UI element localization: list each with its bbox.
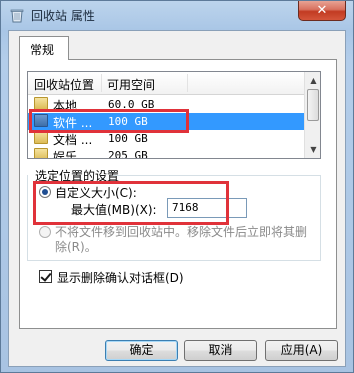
tab-general[interactable]: 常规 <box>19 36 69 60</box>
tab-general-label: 常规 <box>30 43 55 57</box>
recycle-bin-icon <box>10 9 24 23</box>
column-header-space[interactable]: 可用空间 <box>107 76 155 93</box>
drive-icon <box>34 148 48 158</box>
column-separator[interactable] <box>187 74 188 92</box>
free-space: 205 GB <box>108 149 148 159</box>
settings-group-border-top <box>113 175 321 176</box>
confirm-delete-label[interactable]: 显示删除确认对话框(D) <box>57 269 184 286</box>
location-name: 文档 ... <box>53 133 93 147</box>
highlight-box <box>33 181 229 225</box>
window-title: 回收站 属性 <box>31 9 95 23</box>
confirm-delete-checkbox[interactable] <box>39 270 52 283</box>
apply-button[interactable]: 应用(A) <box>265 340 338 361</box>
ok-button[interactable]: 确定 <box>105 340 178 361</box>
list-header: 回收站位置 可用空间 <box>28 72 304 95</box>
close-icon: ✕ <box>316 3 328 18</box>
list-item[interactable]: 娱乐 205 GB <box>28 147 304 159</box>
column-separator[interactable] <box>101 74 102 92</box>
no-move-label-continued[interactable]: 除(R)。 <box>55 238 97 255</box>
scroll-thumb[interactable] <box>307 89 319 121</box>
free-space: 100 GB <box>108 132 148 145</box>
close-button[interactable]: ✕ <box>298 1 346 21</box>
title-bar[interactable]: 回收站 属性 ✕ <box>1 1 353 29</box>
no-move-radio[interactable] <box>39 226 51 238</box>
cancel-button[interactable]: 取消 <box>184 340 257 361</box>
properties-window: 回收站 属性 ✕ 常规 回收站位置 可用空间 本地 60.0 GB 软件 ...… <box>0 0 354 373</box>
scroll-up-icon[interactable]: ▲ <box>306 73 320 88</box>
column-header-location[interactable]: 回收站位置 <box>34 76 94 93</box>
list-scrollbar[interactable]: ▲ ▼ <box>304 72 320 158</box>
highlight-box <box>29 109 189 133</box>
location-name: 娱乐 <box>53 150 78 159</box>
scroll-down-icon[interactable]: ▼ <box>306 142 320 157</box>
